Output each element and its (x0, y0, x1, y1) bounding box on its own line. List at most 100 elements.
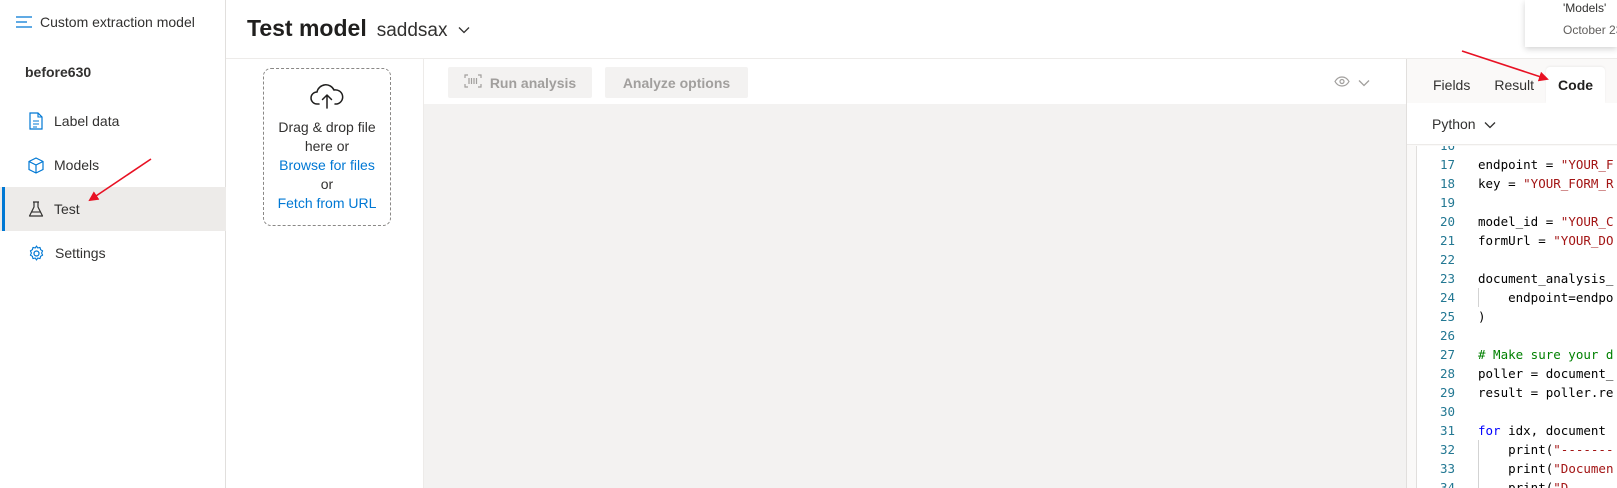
code-line: 31 for idx, document (1417, 421, 1617, 440)
file-drop-zone[interactable]: Drag & drop file here or Browse for file… (263, 68, 391, 226)
code-line: 21 formUrl = "YOUR_DO (1417, 231, 1617, 250)
eye-icon (1334, 74, 1350, 92)
language-label: Python (1432, 115, 1476, 132)
language-dropdown[interactable]: Python (1407, 103, 1617, 145)
chevron-down-icon (1484, 116, 1496, 132)
code-text: model_id = "YOUR_C (1478, 214, 1614, 229)
page-header: Test model saddsax (247, 15, 470, 42)
code-text: print("D (1478, 480, 1569, 488)
notification-date: October 23 (1563, 23, 1617, 37)
results-panel: Fields Result Code Python 16 17 endpoint =… (1406, 59, 1617, 488)
menu-icon[interactable] (16, 16, 32, 28)
chevron-down-icon[interactable] (458, 21, 470, 39)
code-line: 19 (1417, 193, 1617, 212)
line-number: 32 (1439, 442, 1455, 457)
code-line: 32 print("------- (1417, 440, 1617, 459)
line-number: 24 (1439, 290, 1455, 305)
code-line: 29 result = poller.re (1417, 383, 1617, 402)
notification-title: 'Models' (1563, 1, 1607, 15)
code-text: document_analysis_ (1478, 271, 1614, 286)
sidebar-header-label: Custom extraction model (40, 14, 195, 30)
gear-icon (28, 244, 45, 262)
chevron-down-icon (1358, 74, 1370, 92)
indent-guide (1478, 288, 1479, 307)
line-number: 28 (1439, 366, 1455, 381)
line-number: 29 (1439, 385, 1455, 400)
page-title: Test model (247, 15, 367, 41)
line-number: 34 (1439, 480, 1455, 488)
code-line: 24 endpoint=endpo (1417, 288, 1617, 307)
view-options-dropdown[interactable] (1334, 74, 1370, 92)
code-line: 18 key = "YOUR_FORM_R (1417, 174, 1617, 193)
fetch-url-link[interactable]: Fetch from URL (264, 194, 390, 213)
sidebar-item-label: Settings (55, 245, 106, 261)
code-line: 22 (1417, 250, 1617, 269)
code-line: 23 document_analysis_ (1417, 269, 1617, 288)
indent-guide (1478, 440, 1479, 488)
line-number: 27 (1439, 347, 1455, 362)
line-number: 30 (1439, 404, 1455, 419)
line-number: 23 (1439, 271, 1455, 286)
document-canvas (424, 104, 1407, 488)
code-text: formUrl = "YOUR_DO (1478, 233, 1614, 248)
code-text: ) (1478, 309, 1486, 324)
sidebar-item-models[interactable]: Models (0, 143, 226, 187)
analyze-options-button[interactable]: Analyze options (605, 67, 748, 98)
drop-instructions-line1: Drag & drop file (278, 119, 376, 135)
sidebar-item-settings[interactable]: Settings (0, 231, 226, 275)
code-line: 17 endpoint = "YOUR_F (1417, 155, 1617, 174)
flask-icon (28, 200, 44, 218)
code-line: 26 (1417, 326, 1617, 345)
code-line: 25) (1417, 307, 1617, 326)
tab-result[interactable]: Result (1482, 67, 1546, 103)
sidebar-nav: Label data Models Test Settings (0, 99, 226, 275)
line-number: 20 (1439, 214, 1455, 229)
project-name: before630 (25, 64, 92, 80)
code-line: 27 # Make sure your d (1417, 345, 1617, 364)
code-line: 30 (1417, 402, 1617, 421)
line-number: 17 (1439, 157, 1455, 172)
code-editor[interactable]: 16 17 endpoint = "YOUR_F 18 key = "YOUR_FORM… (1416, 146, 1617, 488)
scan-icon (464, 74, 482, 91)
drop-instructions-line2: here or (304, 138, 350, 154)
document-viewer: Run analysis Analyze options (423, 59, 1407, 488)
code-line: 34 print("D (1417, 478, 1617, 488)
code-line: 28 poller = document_ (1417, 364, 1617, 383)
code-text: print("Documen (1478, 461, 1614, 476)
tab-code[interactable]: Code (1546, 67, 1606, 103)
code-text: # Make sure your d (1478, 347, 1614, 362)
analyze-options-label: Analyze options (622, 74, 731, 91)
sidebar: Custom extraction model before630 Label … (0, 0, 226, 488)
run-analysis-label: Run analysis (489, 74, 577, 91)
code-text: for idx, document (1478, 423, 1614, 438)
line-number: 21 (1439, 233, 1455, 248)
code-line: 20 model_id = "YOUR_C (1417, 212, 1617, 231)
line-number: 22 (1439, 252, 1455, 267)
line-number: 33 (1439, 461, 1455, 476)
model-selector[interactable]: saddsax (377, 20, 448, 42)
line-number: 16 (1421, 146, 1455, 155)
cloud-upload-icon (264, 83, 390, 114)
document-icon (28, 112, 44, 130)
sidebar-item-label-data[interactable]: Label data (0, 99, 226, 143)
sidebar-item-label: Test (54, 201, 80, 217)
code-line: 16 (1417, 146, 1617, 155)
line-number: 26 (1439, 328, 1455, 343)
code-text: endpoint = "YOUR_F (1478, 157, 1614, 172)
line-number: 31 (1439, 423, 1455, 438)
sidebar-header[interactable]: Custom extraction model (16, 14, 195, 30)
code-line: 33 print("Documen (1417, 459, 1617, 478)
line-number: 25 (1439, 309, 1455, 324)
or-label: or (320, 176, 334, 192)
browse-files-link[interactable]: Browse for files (264, 156, 390, 175)
line-number: 19 (1439, 195, 1455, 210)
code-text: key = "YOUR_FORM_R (1478, 176, 1614, 191)
run-analysis-button[interactable]: Run analysis (448, 67, 592, 98)
code-text: endpoint=endpo (1478, 290, 1614, 305)
tab-fields[interactable]: Fields (1421, 67, 1482, 103)
sidebar-item-label: Models (54, 157, 100, 173)
notification-popup: 'Models' October 23 (1525, 0, 1617, 47)
line-number: 18 (1439, 176, 1455, 191)
code-text: result = poller.re (1478, 385, 1614, 400)
sidebar-item-test[interactable]: Test (0, 187, 226, 231)
